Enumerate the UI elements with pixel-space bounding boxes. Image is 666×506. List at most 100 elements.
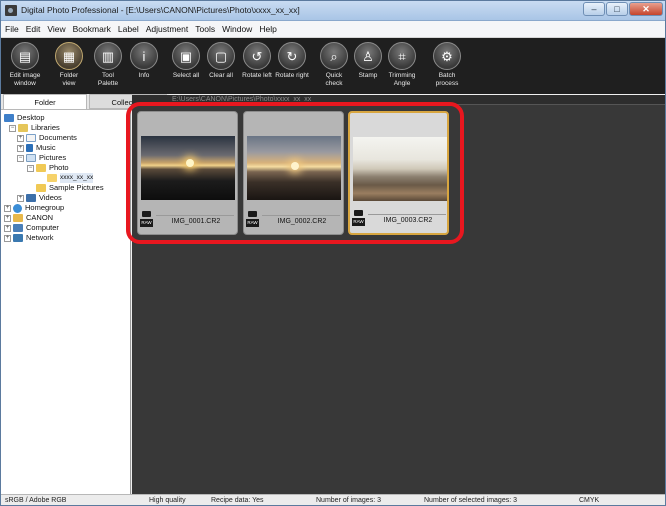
pictures-icon xyxy=(26,154,36,162)
menu-help[interactable]: Help xyxy=(259,24,276,34)
tree-label: Sample Pictures xyxy=(49,183,104,192)
tree-item-photo[interactable]: − Photo xyxy=(27,163,69,173)
homegroup-icon xyxy=(13,203,22,213)
expand-icon[interactable]: + xyxy=(17,134,24,142)
collapse-icon[interactable]: − xyxy=(9,124,16,132)
select-all-icon: ▣ xyxy=(172,42,200,70)
status-cmyk: CMYK xyxy=(579,497,600,504)
rotate-right-button[interactable]: ↻ Rotate right xyxy=(269,42,315,80)
trimming-angle-icon: ⌗ xyxy=(388,42,416,70)
desktop-icon xyxy=(4,114,14,122)
folder-view-icon: ▦ xyxy=(55,42,83,70)
expand-icon[interactable]: + xyxy=(4,214,11,222)
status-recipe: Recipe data: Yes xyxy=(211,497,264,504)
tree-item-videos[interactable]: + Videos xyxy=(17,193,62,203)
folder-icon xyxy=(36,164,46,172)
tree-label: Homegroup xyxy=(25,203,65,212)
menu-window[interactable]: Window xyxy=(222,24,252,34)
folder-icon xyxy=(36,184,46,192)
expand-icon[interactable]: + xyxy=(17,144,24,152)
status-bar: sRGB / Adobe RGB High quality Recipe dat… xyxy=(1,494,665,505)
tool-label: Info xyxy=(138,72,150,79)
tree-label: CANON xyxy=(26,213,54,222)
expand-icon[interactable]: + xyxy=(4,224,11,232)
quick-check-icon: ⌕ xyxy=(320,42,348,70)
tree-item-music[interactable]: + Music xyxy=(17,143,56,153)
maximize-button[interactable]: □ xyxy=(606,2,628,16)
tool-label: Batch process xyxy=(435,72,459,87)
videos-icon xyxy=(26,194,36,202)
highlight-annotation xyxy=(126,102,464,244)
tab-folder[interactable]: Folder xyxy=(3,94,87,109)
tree-label: Computer xyxy=(26,223,59,232)
edit-image-window-button[interactable]: ▤ Edit image window xyxy=(2,42,48,87)
user-folder-icon xyxy=(13,214,23,222)
expand-icon[interactable]: + xyxy=(17,194,24,202)
folder-tree: Desktop − Libraries + Documents + Music … xyxy=(1,109,131,494)
tree-label: xxxx_xx_xx xyxy=(60,173,94,183)
tree-item-date-folder[interactable]: xxxx_xx_xx xyxy=(47,173,94,183)
tree-label: Network xyxy=(26,233,54,242)
tool-palette-icon: ▥ xyxy=(94,42,122,70)
collapse-icon[interactable]: − xyxy=(27,164,34,172)
expand-icon[interactable]: + xyxy=(4,204,11,212)
collapse-icon[interactable]: − xyxy=(17,154,24,162)
expand-icon[interactable]: + xyxy=(4,234,11,242)
close-button[interactable]: ✕ xyxy=(629,2,663,16)
tree-item-homegroup[interactable]: + Homegroup xyxy=(4,203,64,213)
info-button[interactable]: i Info xyxy=(121,42,167,80)
app-window: Digital Photo Professional - [E:\Users\C… xyxy=(0,0,666,506)
tree-item-libraries[interactable]: − Libraries xyxy=(9,123,60,133)
tree-label: Photo xyxy=(49,163,69,172)
status-quality: High quality xyxy=(149,497,186,504)
batch-process-icon: ⚙ xyxy=(433,42,461,70)
title-bar[interactable]: Digital Photo Professional - [E:\Users\C… xyxy=(1,1,665,21)
tool-label: Edit image window xyxy=(9,72,41,87)
tree-label: Pictures xyxy=(39,153,67,162)
tree-item-desktop[interactable]: Desktop xyxy=(4,113,45,123)
tree-label: Documents xyxy=(39,133,77,142)
clear-all-icon: ▢ xyxy=(207,42,235,70)
stamp-icon: ♙ xyxy=(354,42,382,70)
menu-bookmark[interactable]: Bookmark xyxy=(73,24,111,34)
menu-bar: File Edit View Bookmark Label Adjustment… xyxy=(1,21,665,38)
computer-icon xyxy=(13,224,23,232)
window-controls: – □ ✕ xyxy=(582,2,663,16)
tree-label: Libraries xyxy=(31,123,60,132)
library-icon xyxy=(18,124,28,132)
rotate-left-icon: ↺ xyxy=(243,42,271,70)
window-title: Digital Photo Professional - [E:\Users\C… xyxy=(21,5,300,15)
info-icon: i xyxy=(130,42,158,70)
tool-label: Trimming Angle xyxy=(388,72,416,87)
minimize-button[interactable]: – xyxy=(583,2,605,16)
tree-label: Music xyxy=(36,143,56,152)
tree-label: Videos xyxy=(39,193,62,202)
status-num-selected: Number of selected images: 3 xyxy=(424,497,517,504)
tree-item-sample-pictures[interactable]: Sample Pictures xyxy=(36,183,104,193)
network-icon xyxy=(13,234,23,242)
tree-item-computer[interactable]: + Computer xyxy=(4,223,59,233)
tree-item-documents[interactable]: + Documents xyxy=(17,133,77,143)
camera-app-icon xyxy=(5,5,17,16)
main-toolbar: ▤ Edit image window ▦ Folder view ▥ Tool… xyxy=(1,38,665,94)
edit-image-icon: ▤ xyxy=(11,42,39,70)
menu-adjustment[interactable]: Adjustment xyxy=(146,24,189,34)
menu-label[interactable]: Label xyxy=(118,24,139,34)
tree-item-pictures[interactable]: − Pictures xyxy=(17,153,66,163)
music-icon xyxy=(26,144,33,152)
menu-edit[interactable]: Edit xyxy=(26,24,41,34)
status-color-space: sRGB / Adobe RGB xyxy=(5,497,67,504)
menu-tools[interactable]: Tools xyxy=(195,24,215,34)
tree-item-network[interactable]: + Network xyxy=(4,233,54,243)
folder-icon xyxy=(47,174,57,182)
rotate-right-icon: ↻ xyxy=(278,42,306,70)
tree-item-canon[interactable]: + CANON xyxy=(4,213,53,223)
menu-view[interactable]: View xyxy=(47,24,65,34)
status-num-images: Number of images: 3 xyxy=(316,497,381,504)
tree-label: Desktop xyxy=(17,113,45,122)
batch-process-button[interactable]: ⚙ Batch process xyxy=(424,42,470,87)
trimming-angle-button[interactable]: ⌗ Trimming Angle xyxy=(379,42,425,87)
documents-icon xyxy=(26,134,36,142)
menu-file[interactable]: File xyxy=(5,24,19,34)
tool-label: Rotate right xyxy=(275,72,309,79)
